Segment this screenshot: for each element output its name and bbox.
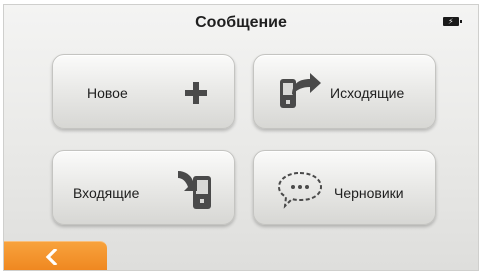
inbox-button[interactable]: Входящие [52,150,235,225]
drafts-label: Черновики [334,185,404,201]
outbox-label: Исходящие [330,85,405,101]
back-button[interactable] [4,241,107,270]
speech-bubble-icon [276,169,324,214]
battery-charging-icon: ⚡ [443,17,462,26]
message-screen: Сообщение ⚡ Новое Исходящие Входящие Чер… [3,4,479,271]
outbox-button[interactable]: Исходящие [253,54,436,129]
new-message-label: Новое [87,85,128,101]
plus-icon [185,82,207,109]
drafts-button[interactable]: Черновики [253,150,436,225]
new-message-button[interactable]: Новое [52,54,235,129]
phone-outgoing-icon [278,71,322,116]
inbox-label: Входящие [73,185,140,201]
page-title: Сообщение [195,14,287,31]
phone-incoming-icon [177,167,217,216]
chevron-left-icon [44,247,60,270]
